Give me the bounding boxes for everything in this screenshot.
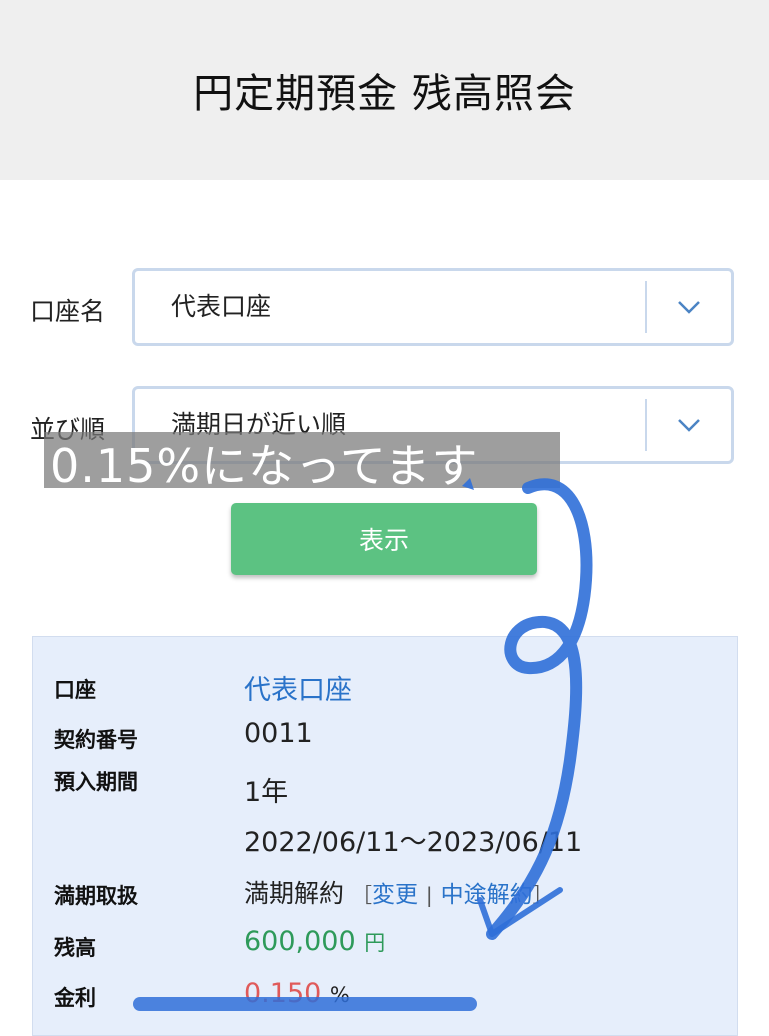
- link-divider: |: [425, 883, 433, 907]
- account-select-value: 代表口座: [171, 292, 272, 321]
- page-header: 円定期預金 残高照会: [0, 0, 769, 180]
- rate-row: 0.150 %: [244, 978, 350, 1009]
- select-divider: [645, 281, 647, 333]
- interest-rate-value: 0.150: [244, 978, 322, 1009]
- contract-row-value: 0011: [244, 718, 313, 749]
- balance-amount: 600,000: [244, 926, 356, 957]
- account-select[interactable]: 代表口座: [132, 268, 734, 346]
- period-range: 2022/06/11〜2023/06/11: [244, 827, 583, 858]
- account-row-label: 口座: [54, 678, 96, 702]
- page-title: 円定期預金 残高照会: [193, 71, 576, 117]
- early-cancel-link[interactable]: 中途解約: [441, 882, 533, 908]
- maturity-row-label: 満期取扱: [54, 884, 138, 908]
- maturity-row-value: 満期解約: [244, 879, 345, 908]
- bracket-close: ］: [532, 883, 553, 907]
- chevron-down-icon: [678, 301, 700, 314]
- annotation-text: 0.15%になってます: [50, 439, 479, 493]
- show-button-label: 表示: [358, 526, 409, 555]
- show-button[interactable]: 表示: [231, 503, 537, 575]
- account-label: 口座名: [30, 297, 106, 326]
- interest-rate-unit: %: [329, 983, 350, 1007]
- maturity-row: 満期解約 ［変更 | 中途解約］: [244, 874, 553, 910]
- balance-unit: 円: [364, 931, 386, 955]
- period-row-label: 預入期間: [54, 770, 138, 794]
- balance-row: 600,000 円: [244, 926, 385, 957]
- balance-row-label: 残高: [54, 936, 96, 960]
- period-row-value: 1年: [244, 777, 289, 808]
- bracket-open: ［: [351, 883, 372, 907]
- select-divider: [645, 399, 647, 451]
- chevron-down-icon: [678, 419, 700, 432]
- account-row-value[interactable]: 代表口座: [244, 668, 352, 707]
- change-link[interactable]: 変更: [372, 882, 418, 908]
- rate-row-label: 金利: [54, 986, 96, 1010]
- contract-row-label: 契約番号: [54, 728, 138, 752]
